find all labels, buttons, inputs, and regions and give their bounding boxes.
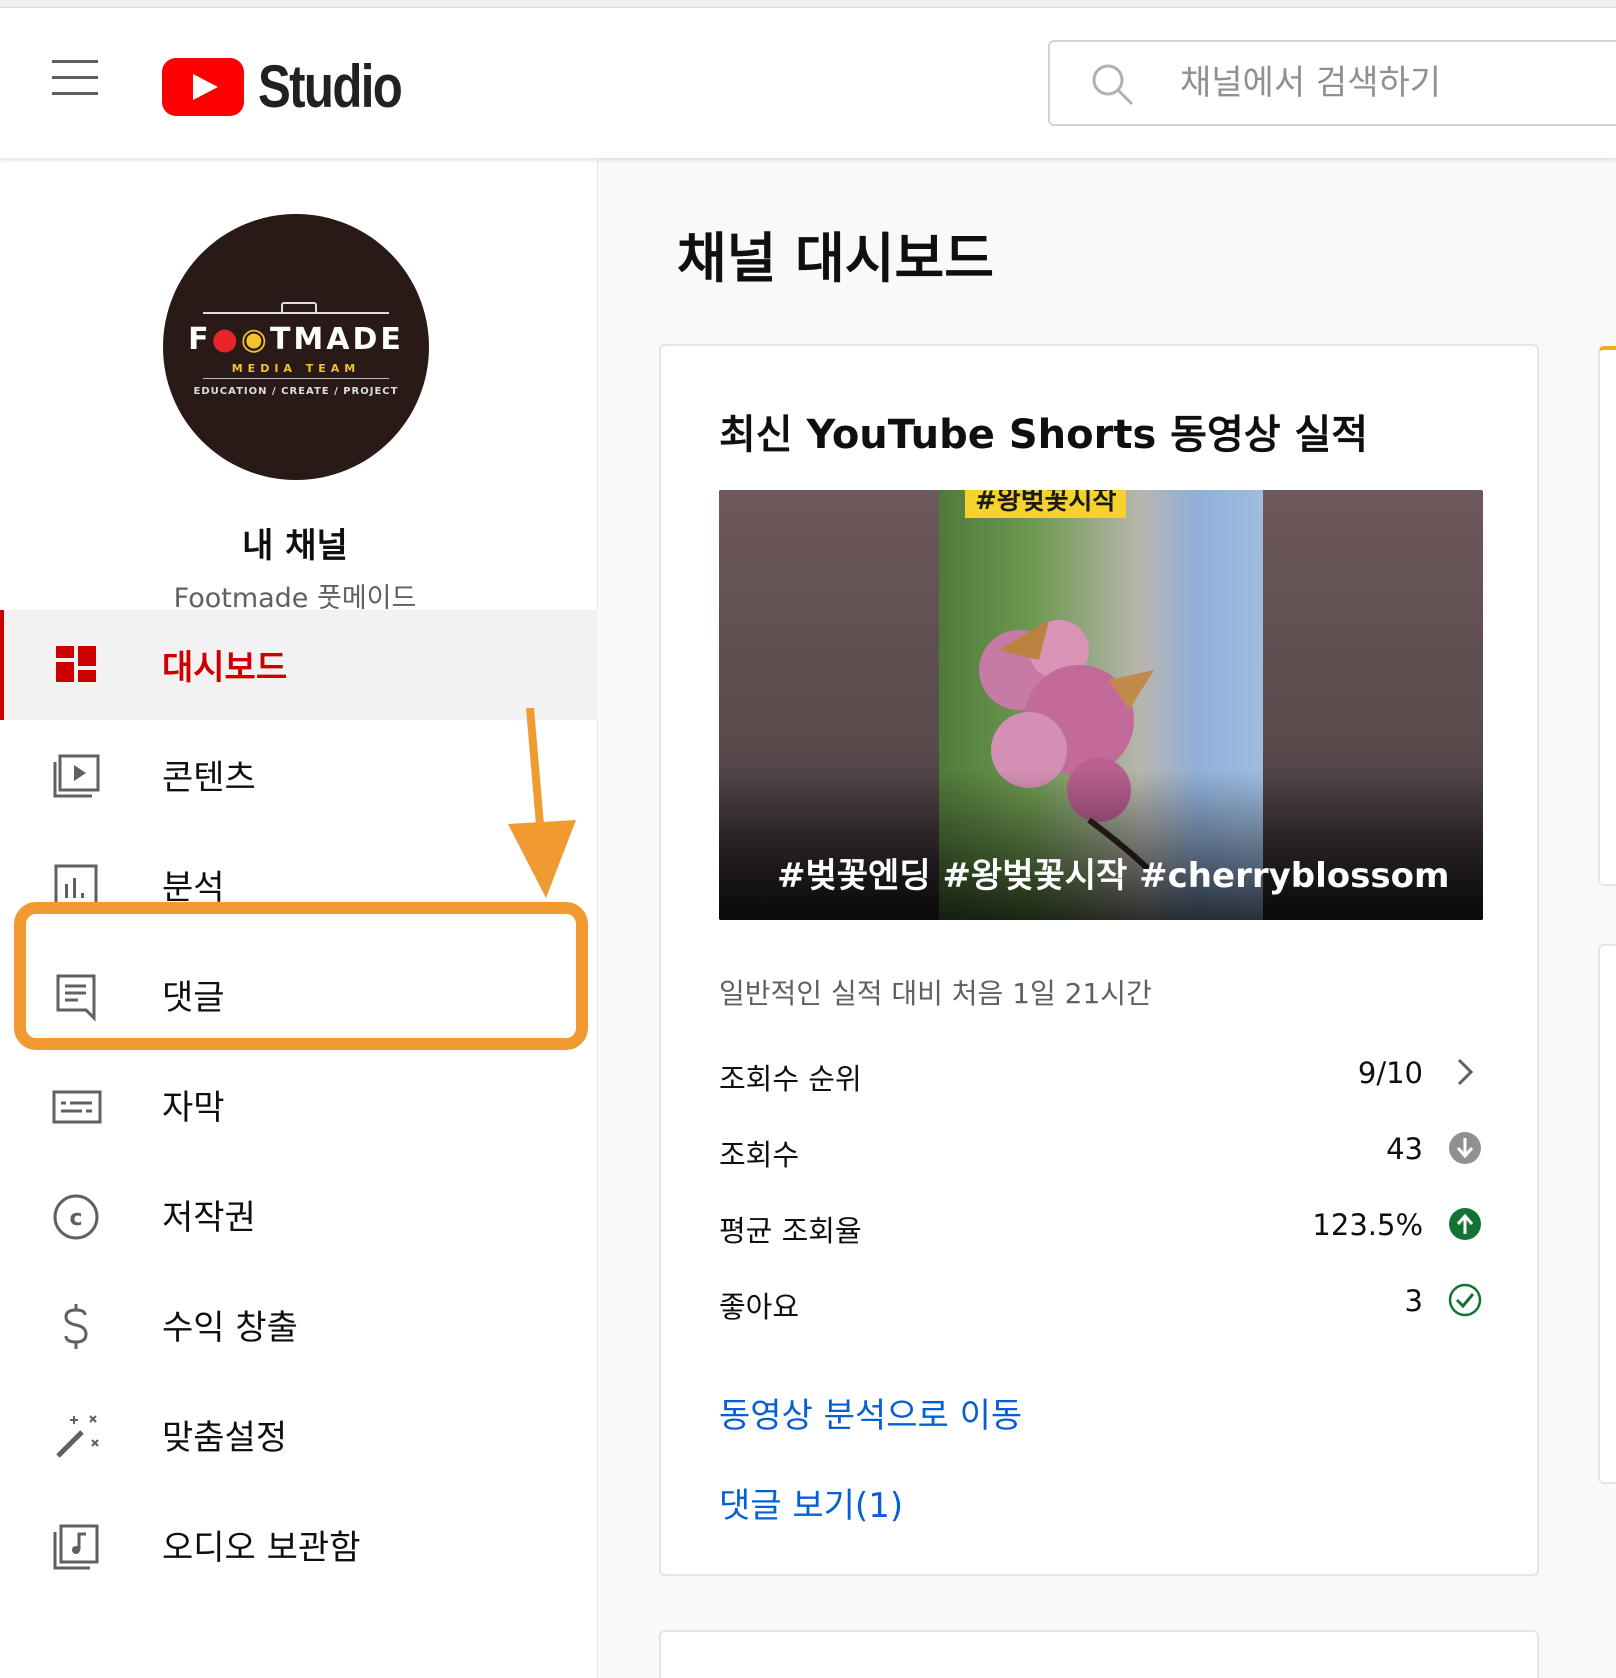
menu-icon[interactable] [52, 60, 98, 100]
nav-label-dashboard: 대시보드 [162, 648, 288, 688]
nav-item-customization[interactable]: 맞춤설정 [0, 1380, 598, 1490]
stat-label: 조회수 순위 [719, 1062, 862, 1096]
audio-library-icon [53, 1524, 99, 1570]
thumbnail-shade [719, 770, 1483, 920]
customization-icon [56, 1415, 99, 1458]
next-card-edge-2 [1598, 944, 1616, 1484]
monetization-icon [64, 1304, 88, 1349]
avatar-subtitle: MEDIA TEAM [231, 362, 361, 375]
content-icon [53, 754, 100, 798]
stat-value: 9/10 [1357, 1056, 1423, 1090]
stat-row-avg-view-rate: 평균 조회율 123.5% [719, 1202, 1483, 1252]
next-card-bottom [659, 1630, 1539, 1678]
subtitles-icon [52, 1090, 102, 1124]
thumbnail-top-tag: #왕벚꽃시작 [965, 490, 1127, 518]
thumbnail-caption: #벚꽃엔딩 #왕벚꽃시작 #cherryblossom [777, 856, 1450, 896]
main-content: 채널 대시보드 최신 YouTube Shorts 동영상 실적 #왕벚꽃시작 … [599, 158, 1616, 1678]
channel-avatar[interactable]: F●◉TMADE MEDIA TEAM EDUCATION / CREATE /… [163, 214, 429, 480]
nav-item-monetization[interactable]: 수익 창출 [0, 1270, 598, 1380]
performance-note: 일반적인 실적 대비 처음 1일 21시간 [719, 977, 1152, 1010]
stat-row-likes: 좋아요 3 [719, 1278, 1483, 1328]
stat-label: 평균 조회율 [719, 1214, 862, 1248]
copyright-icon: c [53, 1194, 99, 1240]
stat-row-views: 조회수 43 [719, 1126, 1483, 1176]
view-comments-link[interactable]: 댓글 보기(1) [719, 1478, 903, 1527]
stat-label: 조회수 [719, 1138, 800, 1172]
studio-header: Studio [0, 8, 1616, 158]
avatar-rule-2 [203, 378, 389, 379]
chevron-right-icon[interactable] [1447, 1054, 1483, 1090]
check-circle-icon [1448, 1283, 1482, 1317]
nav-item-dashboard[interactable]: 대시보드 [0, 610, 598, 720]
svg-text:c: c [69, 1206, 82, 1231]
arrow-down-circle-icon [1449, 1132, 1481, 1164]
browser-top-strip [0, 0, 1616, 8]
avatar-brand: F●◉TMADE [188, 322, 404, 357]
nav-label-comments: 댓글 [162, 978, 225, 1018]
next-card-edge [1598, 346, 1616, 886]
nav-item-subtitles[interactable]: 자막 [0, 1050, 598, 1160]
nav-label-analytics: 분석 [162, 868, 225, 908]
arrow-up-circle-icon [1449, 1208, 1481, 1240]
stat-label: 좋아요 [719, 1290, 800, 1324]
sidebar: F●◉TMADE MEDIA TEAM EDUCATION / CREATE /… [0, 158, 598, 1678]
logo-text: Studio [258, 53, 403, 120]
video-thumbnail[interactable]: #왕벚꽃시작 #벚꽃엔딩 #왕벚꽃시작 #cherryblossom [719, 490, 1483, 920]
comments-icon [56, 974, 96, 1022]
nav-label-subtitles: 자막 [162, 1088, 225, 1128]
nav-item-audio-library[interactable]: 오디오 보관함 [0, 1490, 598, 1600]
shorts-performance-card: 최신 YouTube Shorts 동영상 실적 #왕벚꽃시작 #벚꽃엔딩 #왕… [659, 344, 1539, 1576]
search-box[interactable] [1048, 40, 1616, 126]
nav-label-content: 콘텐츠 [162, 758, 256, 798]
nav-item-comments[interactable]: 댓글 [0, 940, 598, 1050]
stat-value: 3 [1404, 1284, 1423, 1318]
channel-title: 내 채널 [242, 526, 348, 566]
stat-value: 123.5% [1312, 1208, 1423, 1242]
search-icon[interactable] [1090, 62, 1134, 106]
stat-row-view-rank[interactable]: 조회수 순위 9/10 [719, 1050, 1483, 1100]
avatar-tagline: EDUCATION / CREATE / PROJECT [193, 386, 399, 397]
nav-label-customization: 맞춤설정 [162, 1418, 288, 1458]
avatar-bump [281, 302, 317, 314]
nav-label-audio-library: 오디오 보관함 [162, 1528, 361, 1568]
nav-label-copyright: 저작권 [162, 1198, 256, 1238]
card-title: 최신 YouTube Shorts 동영상 실적 [719, 412, 1369, 458]
page-title: 채널 대시보드 [677, 227, 994, 290]
nav-label-monetization: 수익 창출 [162, 1308, 298, 1348]
go-to-video-analytics-link[interactable]: 동영상 분석으로 이동 [719, 1388, 1022, 1437]
nav-item-analytics[interactable]: 분석 [0, 830, 598, 940]
search-input[interactable] [1180, 58, 1580, 108]
youtube-play-icon [162, 57, 244, 116]
stat-value: 43 [1386, 1132, 1423, 1166]
dashboard-icon [56, 646, 96, 682]
youtube-studio-logo[interactable]: Studio [162, 52, 433, 121]
nav-item-copyright[interactable]: c 저작권 [0, 1160, 598, 1270]
nav-item-content[interactable]: 콘텐츠 [0, 720, 598, 830]
analytics-icon [54, 864, 98, 908]
